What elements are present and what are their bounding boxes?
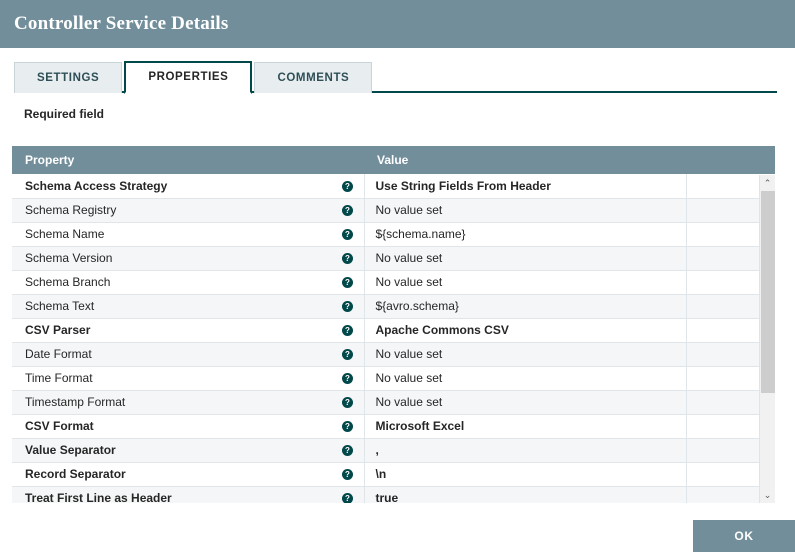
help-circle-icon[interactable]: ? bbox=[342, 349, 353, 361]
property-help-cell: ? bbox=[342, 462, 365, 487]
property-value-cell[interactable]: , bbox=[364, 438, 687, 463]
property-value-cell[interactable]: true bbox=[364, 486, 687, 503]
property-name-cell: Date Format bbox=[12, 342, 342, 367]
property-help-cell: ? bbox=[342, 438, 365, 463]
table-row[interactable]: Record Separator? \n bbox=[12, 462, 775, 487]
property-help-cell: ? bbox=[342, 294, 365, 319]
column-header-property-spacer bbox=[342, 146, 364, 174]
scrollbar-thumb[interactable] bbox=[761, 191, 775, 393]
property-name-cell: Value Separator bbox=[12, 438, 342, 463]
property-help-cell: ? bbox=[342, 222, 365, 247]
property-name-cell: Schema Name bbox=[12, 222, 342, 247]
help-circle-icon[interactable]: ? bbox=[342, 469, 353, 481]
property-value-cell[interactable]: \n bbox=[364, 462, 687, 487]
property-help-cell: ? bbox=[342, 366, 365, 391]
scroll-down-arrow-icon[interactable]: ⌄ bbox=[760, 487, 775, 503]
properties-table-container: Property Value Schema Access Strategy? Us… bbox=[12, 146, 775, 503]
property-name-cell: Schema Registry bbox=[12, 198, 342, 223]
dialog-footer: OK bbox=[0, 520, 795, 552]
property-value-cell[interactable]: No value set bbox=[364, 198, 687, 223]
table-header-row: Property Value bbox=[12, 146, 775, 174]
property-name-cell: Timestamp Format bbox=[12, 390, 342, 415]
property-help-cell: ? bbox=[342, 270, 365, 295]
table-row[interactable]: Time Format? No value set bbox=[12, 366, 775, 391]
property-value-cell[interactable]: No value set bbox=[364, 366, 687, 391]
table-row[interactable]: Schema Version? No value set bbox=[12, 246, 775, 271]
property-help-cell: ? bbox=[342, 486, 365, 503]
table-row[interactable]: Schema Registry? No value set bbox=[12, 198, 775, 223]
tab-bar: SETTINGS PROPERTIES COMMENTS bbox=[0, 48, 795, 94]
column-header-property[interactable]: Property bbox=[12, 146, 342, 174]
property-value-cell[interactable]: No value set bbox=[364, 342, 687, 367]
table-scrollbar[interactable]: ⌃ ⌄ bbox=[759, 175, 775, 503]
property-name-cell: CSV Format bbox=[12, 414, 342, 439]
help-circle-icon[interactable]: ? bbox=[342, 493, 353, 503]
properties-table-body: Schema Access Strategy? Use String Fields… bbox=[12, 174, 775, 503]
property-value-cell[interactable]: No value set bbox=[364, 246, 687, 271]
properties-table: Property Value Schema Access Strategy? Us… bbox=[12, 146, 775, 503]
help-circle-icon[interactable]: ? bbox=[342, 301, 353, 313]
help-circle-icon[interactable]: ? bbox=[342, 325, 353, 337]
table-row[interactable]: CSV Format? Microsoft Excel bbox=[12, 414, 775, 439]
table-row[interactable]: Schema Text? ${avro.schema} bbox=[12, 294, 775, 319]
tab-properties[interactable]: PROPERTIES bbox=[124, 61, 253, 94]
property-name-cell: Record Separator bbox=[12, 462, 342, 487]
table-row[interactable]: Treat First Line as Header? true bbox=[12, 486, 775, 503]
property-value-cell[interactable]: ${avro.schema} bbox=[364, 294, 687, 319]
help-circle-icon[interactable]: ? bbox=[342, 397, 353, 409]
help-circle-icon[interactable]: ? bbox=[342, 253, 353, 265]
table-row[interactable]: CSV Parser? Apache Commons CSV bbox=[12, 318, 775, 343]
required-field-note: Required field bbox=[24, 107, 105, 121]
column-header-value[interactable]: Value bbox=[364, 146, 686, 174]
help-circle-icon[interactable]: ? bbox=[342, 421, 353, 433]
property-name-cell: Treat First Line as Header bbox=[12, 486, 342, 503]
property-help-cell: ? bbox=[342, 174, 365, 199]
property-help-cell: ? bbox=[342, 342, 365, 367]
table-row[interactable]: Timestamp Format? No value set bbox=[12, 390, 775, 415]
ok-button[interactable]: OK bbox=[693, 520, 795, 552]
table-row[interactable]: Schema Name? ${schema.name} bbox=[12, 222, 775, 247]
help-circle-icon[interactable]: ? bbox=[342, 205, 353, 217]
property-help-cell: ? bbox=[342, 198, 365, 223]
page-title: Controller Service Details bbox=[14, 13, 229, 34]
property-value-cell[interactable]: No value set bbox=[364, 390, 687, 415]
table-row[interactable]: Schema Access Strategy? Use String Fields… bbox=[12, 174, 775, 199]
help-circle-icon[interactable]: ? bbox=[342, 373, 353, 385]
dialog-header: Controller Service Details bbox=[0, 0, 795, 48]
tab-comments[interactable]: COMMENTS bbox=[254, 62, 373, 93]
help-circle-icon[interactable]: ? bbox=[342, 445, 353, 457]
property-value-cell[interactable]: No value set bbox=[364, 270, 687, 295]
table-row[interactable]: Value Separator?, bbox=[12, 438, 775, 463]
property-name-cell: Schema Text bbox=[12, 294, 342, 319]
help-circle-icon[interactable]: ? bbox=[342, 229, 353, 241]
property-value-cell[interactable]: Use String Fields From Header bbox=[364, 174, 687, 199]
tab-settings[interactable]: SETTINGS bbox=[14, 62, 123, 93]
help-circle-icon[interactable]: ? bbox=[342, 277, 353, 289]
property-help-cell: ? bbox=[342, 318, 365, 343]
table-row[interactable]: Schema Branch? No value set bbox=[12, 270, 775, 295]
scroll-up-arrow-icon[interactable]: ⌃ bbox=[760, 175, 775, 191]
property-help-cell: ? bbox=[342, 414, 365, 439]
property-help-cell: ? bbox=[342, 246, 365, 271]
property-name-cell: Schema Version bbox=[12, 246, 342, 271]
property-value-cell[interactable]: ${schema.name} bbox=[364, 222, 687, 247]
property-value-cell[interactable]: Apache Commons CSV bbox=[364, 318, 687, 343]
property-name-cell: Schema Access Strategy bbox=[12, 174, 342, 199]
property-name-cell: Time Format bbox=[12, 366, 342, 391]
column-header-extra bbox=[686, 146, 775, 174]
help-circle-icon[interactable]: ? bbox=[342, 181, 353, 193]
property-value-cell[interactable]: Microsoft Excel bbox=[364, 414, 687, 439]
property-name-cell: CSV Parser bbox=[12, 318, 342, 343]
property-name-cell: Schema Branch bbox=[12, 270, 342, 295]
property-help-cell: ? bbox=[342, 390, 365, 415]
table-row[interactable]: Date Format? No value set bbox=[12, 342, 775, 367]
